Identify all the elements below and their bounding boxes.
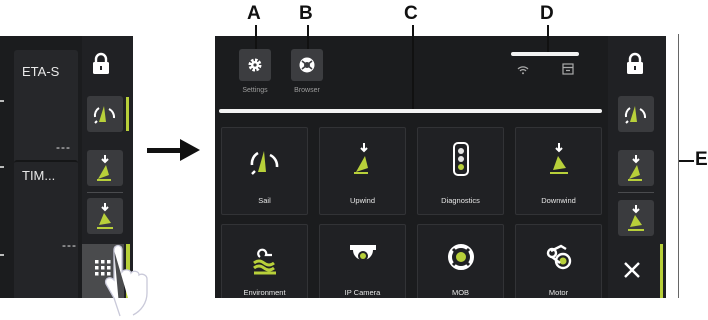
upwind-icon <box>320 142 405 176</box>
callout-a: A <box>247 3 261 24</box>
sail-shortcut-button[interactable] <box>618 96 654 132</box>
downwind-icon <box>628 205 644 231</box>
eta-widget-label: ETA-S <box>22 64 60 79</box>
apps-screen: Settings Browser Sail Upwind Diagnostics… <box>215 36 666 298</box>
app-tile-label: Motor <box>548 288 569 297</box>
app-tile-upwind[interactable]: Upwind <box>319 127 406 215</box>
upwind-icon <box>97 155 111 181</box>
upwind-shortcut-button[interactable] <box>87 150 123 186</box>
eta-widget-value: --- <box>56 140 71 154</box>
app-tile-label: Diagnostics <box>441 196 480 205</box>
downwind-shortcut-button[interactable] <box>87 198 123 234</box>
callout-c: C <box>404 3 418 24</box>
right-side-bar <box>608 36 666 298</box>
wifi-icon <box>517 66 529 75</box>
close-icon[interactable] <box>622 260 642 285</box>
callout-d-range <box>511 52 579 56</box>
callout-e-bracket <box>678 34 679 298</box>
arrow-shaft <box>147 148 181 153</box>
callout-line <box>412 25 414 109</box>
app-tile-label: MOB <box>451 288 470 297</box>
downwind-shortcut-button[interactable] <box>618 200 654 236</box>
callout-c-range <box>219 109 602 113</box>
app-tile-motor[interactable]: Motor <box>515 224 602 298</box>
sail-icon <box>624 106 647 124</box>
settings-label: Settings <box>242 87 268 94</box>
arrow-head <box>180 139 200 161</box>
sail-icon <box>93 106 116 124</box>
app-tile-downwind[interactable]: Downwind <box>515 127 602 215</box>
divider <box>87 192 123 193</box>
downwind-icon <box>97 203 113 229</box>
browser-icon <box>299 57 315 73</box>
time-widget: TIM... --- <box>14 160 78 298</box>
upwind-shortcut-button[interactable] <box>618 150 654 186</box>
gear-icon <box>248 58 262 72</box>
downwind-icon <box>516 142 601 176</box>
hand-icon <box>104 244 148 317</box>
edge-tick <box>0 100 4 102</box>
app-tile-label: IP Camera <box>344 288 381 297</box>
app-tile-label: Environment <box>243 288 286 297</box>
app-tile-diagnostics[interactable]: Diagnostics <box>417 127 504 215</box>
edge-tick <box>0 166 4 168</box>
time-widget-value: --- <box>62 238 77 252</box>
settings-button[interactable] <box>239 49 271 81</box>
browser-label: Browser <box>294 87 320 94</box>
app-tile-environment[interactable]: Environment <box>221 224 308 298</box>
motor-icon <box>516 243 601 271</box>
environment-icon <box>222 245 307 275</box>
lock-icon[interactable] <box>90 52 112 81</box>
camera-icon <box>320 243 405 271</box>
upwind-icon <box>628 155 642 181</box>
lock-icon[interactable] <box>624 52 646 81</box>
active-indicator <box>660 244 663 298</box>
sail-shortcut-button[interactable] <box>87 96 123 132</box>
divider <box>618 192 654 193</box>
callout-line <box>307 25 309 49</box>
sail-icon <box>222 146 307 176</box>
callout-line <box>547 25 549 53</box>
app-tile-label: Downwind <box>541 196 576 205</box>
app-tile-mob[interactable]: MOB <box>417 224 504 298</box>
card-icon <box>562 63 574 75</box>
callout-d: D <box>540 3 554 24</box>
active-indicator <box>126 97 129 131</box>
browser-button[interactable] <box>291 49 323 81</box>
callout-e: E <box>695 149 708 170</box>
time-widget-label: TIM... <box>22 168 56 183</box>
callout-line <box>679 160 694 162</box>
app-tile-label: Sail <box>258 196 271 205</box>
diagnostics-icon <box>418 142 503 176</box>
app-tile-sail[interactable]: Sail <box>221 127 308 215</box>
edge-tick <box>0 254 4 256</box>
lifebuoy-icon <box>418 243 503 271</box>
app-tile-label: Upwind <box>349 196 375 205</box>
app-tile-ip-camera[interactable]: IP Camera <box>319 224 406 298</box>
callout-line <box>255 25 257 49</box>
callout-b: B <box>299 3 313 24</box>
